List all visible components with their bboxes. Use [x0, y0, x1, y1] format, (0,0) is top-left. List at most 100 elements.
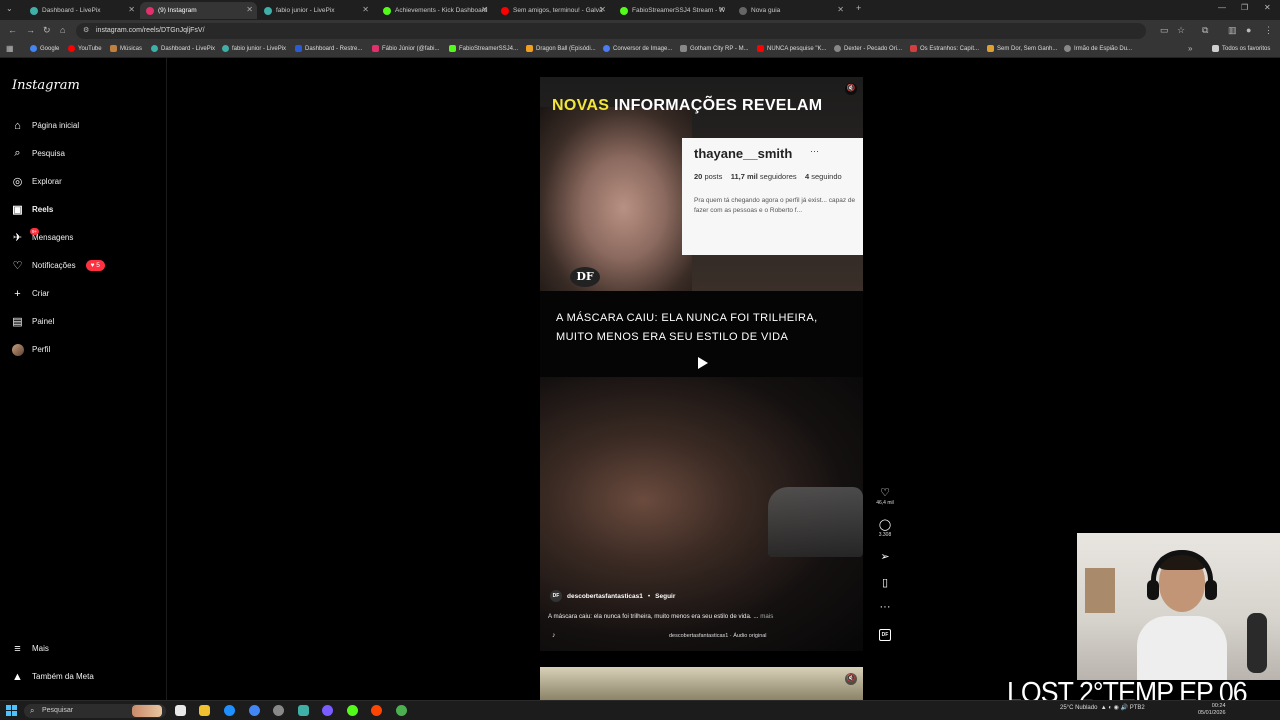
chrome-active-icon[interactable]: [396, 705, 407, 716]
tab-instagram[interactable]: (9) Instagram ✕: [140, 2, 257, 19]
close-tab-icon[interactable]: ✕: [481, 5, 488, 14]
close-tab-icon[interactable]: ✕: [362, 5, 369, 14]
bookmark-label: fabio junior - LivePix: [232, 45, 287, 52]
bookmark-item[interactable]: Dexter - Pecado Ori...: [834, 45, 902, 52]
next-reel-preview[interactable]: 🔇: [540, 667, 863, 700]
instagram-logo[interactable]: Instagram: [12, 78, 80, 93]
like-button[interactable]: ♡ 46,4 mil: [874, 487, 896, 506]
save-button[interactable]: ▯: [874, 577, 896, 589]
apps-icon[interactable]: ▦: [6, 44, 14, 53]
new-tab-button[interactable]: +: [856, 3, 861, 13]
tab-search-icon[interactable]: ⌄: [6, 4, 13, 13]
nav-search[interactable]: ⌕ Pesquisa: [11, 147, 65, 160]
bookmark-star-icon[interactable]: ☆: [1177, 25, 1185, 36]
tab-kick-achievements[interactable]: Achievements - Kick Dashboard ✕: [377, 2, 492, 19]
author-username[interactable]: descobertasfantasticas1: [567, 593, 643, 600]
audio-label: descobertasfantasticas1 · Áudio original: [669, 633, 767, 639]
close-tab-icon[interactable]: ✕: [128, 5, 135, 14]
bookmark-item[interactable]: Dashboard - LivePix: [151, 45, 215, 52]
nav-more[interactable]: ≡ Mais: [11, 642, 49, 655]
nav-home[interactable]: ⌂ Página inicial: [11, 119, 79, 132]
back-icon[interactable]: ←: [8, 25, 17, 35]
obs-icon[interactable]: [371, 705, 382, 716]
bookmark-item[interactable]: Os Estranhos: Capít...: [910, 45, 979, 52]
clock[interactable]: 00:24 05/01/2026: [1198, 703, 1226, 717]
dashboard-icon: ▤: [12, 316, 23, 328]
bookmark-item[interactable]: YouTube: [68, 45, 102, 52]
tab-dashboard-livepix[interactable]: Dashboard - LivePix ✕: [24, 2, 139, 19]
bookmark-item[interactable]: Fábio Júnior (@fabi...: [372, 45, 439, 52]
folder-icon: [1212, 45, 1219, 52]
bookmark-item[interactable]: Sem Dor, Sem Ganh...: [987, 45, 1057, 52]
caption-more-link[interactable]: mais: [760, 613, 773, 620]
extensions-icon[interactable]: ⧉: [1202, 25, 1208, 36]
tab-kick-stream[interactable]: FabioStreamerSSJ4 Stream - W ✕: [614, 2, 729, 19]
reel-video[interactable]: NOVAS INFORMAÇÕES REVELAM 🔇 thayane__smi…: [540, 77, 863, 651]
bookmark-item[interactable]: Dragon Ball (Episódi...: [526, 45, 596, 52]
close-tab-icon[interactable]: ✕: [837, 5, 844, 14]
site-info-icon[interactable]: ⚙: [83, 26, 89, 34]
bookmark-item[interactable]: fabio junior - LivePix: [222, 45, 286, 52]
minimize-icon[interactable]: —: [1218, 3, 1226, 12]
clock-time: 00:24: [1211, 703, 1226, 709]
nav-create[interactable]: + Criar: [11, 287, 49, 300]
mute-icon[interactable]: 🔇: [845, 83, 857, 95]
nav-also-from-meta[interactable]: ▲ Também da Meta: [11, 670, 94, 683]
browser-menu-icon[interactable]: ⋮: [1264, 25, 1273, 36]
close-window-icon[interactable]: ✕: [1264, 3, 1271, 12]
tab-youtube-video[interactable]: Sem amigos, terminou! - Galvã ✕: [495, 2, 610, 19]
nav-notifications[interactable]: ♡ Notificações ♥ 5: [11, 259, 105, 272]
sidebar-icon[interactable]: ▥: [1228, 25, 1237, 36]
bookmark-item[interactable]: Irmão de Espião Du...: [1064, 45, 1132, 52]
bookmark-item[interactable]: FabioStreamerSSJ4...: [449, 45, 518, 52]
bookmark-item[interactable]: Conversor de Image...: [603, 45, 672, 52]
reload-icon[interactable]: ↻: [43, 25, 51, 36]
bookmark-item[interactable]: Dashboard - Restre...: [295, 45, 362, 52]
nav-reels[interactable]: ▣ Reels: [11, 203, 53, 216]
headset-earcup: [1147, 580, 1159, 600]
close-tab-icon[interactable]: ✕: [246, 5, 253, 14]
comment-button[interactable]: ◯ 3.308: [874, 519, 896, 538]
mute-icon[interactable]: 🔇: [845, 673, 857, 685]
task-view-icon[interactable]: [175, 705, 186, 716]
app-icon[interactable]: [347, 705, 358, 716]
nav-dashboard[interactable]: ▤ Painel: [11, 315, 54, 328]
edge-icon[interactable]: [224, 705, 235, 716]
bookmark-item[interactable]: Google: [30, 45, 59, 52]
cast-icon[interactable]: ▭: [1160, 25, 1169, 36]
taskbar-search[interactable]: ⌕ Pesquisar: [24, 704, 166, 718]
nav-explore[interactable]: ◎ Explorar: [11, 175, 62, 188]
close-tab-icon[interactable]: ✕: [599, 5, 606, 14]
bookmark-item[interactable]: Gotham City RP - M...: [680, 45, 749, 52]
play-icon[interactable]: [695, 356, 709, 370]
settings-icon[interactable]: [273, 705, 284, 716]
windows-start-icon[interactable]: [6, 705, 17, 716]
file-explorer-icon[interactable]: [199, 705, 210, 716]
follow-button[interactable]: Seguir: [655, 593, 675, 600]
address-bar[interactable]: ⚙ instagram.com/reels/DTGnJqljFsV/: [76, 23, 1146, 39]
system-tray[interactable]: 25°C Nublado ▲ ◐ ◉ 🔊 PTB2: [1060, 704, 1145, 711]
profile-icon[interactable]: ●: [1246, 25, 1251, 35]
tab-new-tab[interactable]: Nova guia ✕: [733, 2, 848, 19]
nav-label: Reels: [32, 205, 54, 214]
maximize-icon[interactable]: ❐: [1241, 3, 1248, 12]
nav-messages[interactable]: ✈ 9+ Mensagens: [11, 228, 73, 244]
more-options-button[interactable]: ···: [874, 601, 896, 613]
bookmark-item[interactable]: Músicas: [110, 45, 142, 52]
author-avatar[interactable]: DF: [550, 590, 562, 602]
forward-icon[interactable]: →: [26, 25, 35, 35]
headline-highlight: NOVAS: [552, 97, 610, 114]
all-favorites-folder[interactable]: Todos os favoritos: [1212, 45, 1270, 52]
home-button-icon[interactable]: ⌂: [60, 25, 65, 35]
tab-fabio-livepix[interactable]: fabio junior - LivePix ✕: [258, 2, 373, 19]
app-icon[interactable]: [298, 705, 309, 716]
nav-profile[interactable]: Perfil: [11, 343, 50, 356]
app-icon[interactable]: [322, 705, 333, 716]
share-button[interactable]: ➢: [874, 551, 896, 563]
close-tab-icon[interactable]: ✕: [718, 5, 725, 14]
more-bookmarks-icon[interactable]: »: [1188, 44, 1192, 53]
audio-thumbnail[interactable]: DF: [879, 629, 891, 641]
bookmark-item[interactable]: NUNCA pesquise "K...: [757, 45, 827, 52]
tray-icons: ▲ ◐ ◉ 🔊: [1100, 705, 1129, 711]
chrome-icon[interactable]: [249, 705, 260, 716]
